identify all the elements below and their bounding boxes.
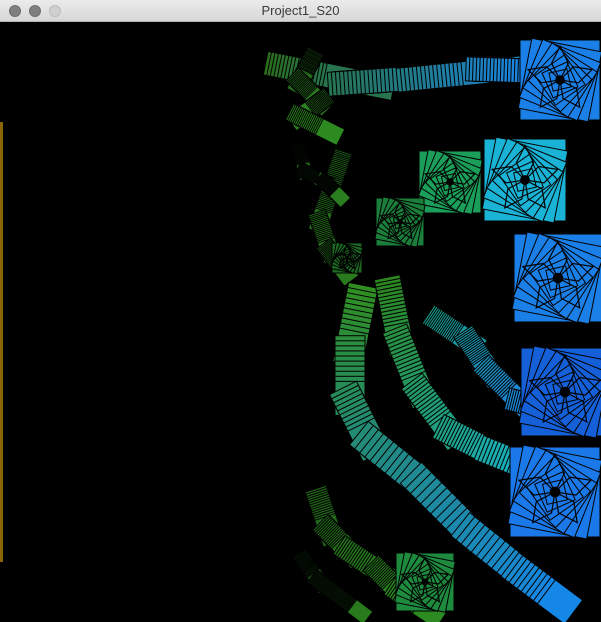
app-window: Project1_S20 [0,0,601,622]
drawing-canvas[interactable] [0,22,601,622]
flower-blue-bottom [507,444,601,540]
flower-tiny [330,241,364,275]
flower-green-1 [417,149,483,215]
flower-top-right [517,37,601,123]
title-bar[interactable]: Project1_S20 [0,0,601,22]
flower-blue-lower [518,345,601,439]
flower-blue-mid [511,231,601,325]
window-title: Project1_S20 [261,3,340,18]
flower-green-bottom [394,551,456,613]
flower-green-small [374,196,426,248]
flower-cyan-1 [481,136,569,224]
generative-art [262,37,601,622]
